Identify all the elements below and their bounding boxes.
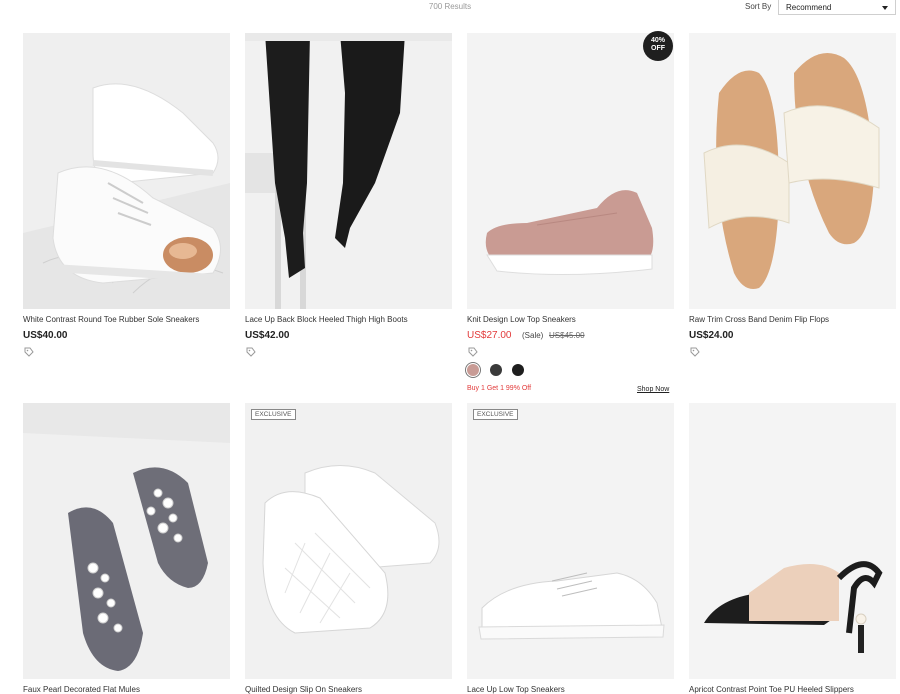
product-image[interactable] (245, 33, 452, 309)
exclusive-tag: EXCLUSIVE (473, 409, 518, 420)
product-image[interactable] (467, 403, 674, 679)
color-swatch-black[interactable] (512, 364, 524, 376)
exclusive-tag: EXCLUSIVE (251, 409, 296, 420)
sort-value: Recommend (786, 3, 832, 12)
product-title[interactable]: Lace Up Back Block Heeled Thigh High Boo… (245, 315, 452, 324)
chevron-down-icon (882, 6, 888, 10)
color-swatch-gray[interactable] (490, 364, 502, 376)
product-image[interactable] (689, 33, 896, 309)
discount-badge: 40% OFF (643, 31, 673, 61)
product-image[interactable] (467, 33, 674, 309)
shop-now-link[interactable]: Shop Now (637, 386, 669, 393)
product-price: US$42.00 (245, 330, 290, 341)
price-tag-icon[interactable] (245, 346, 256, 357)
sort-dropdown[interactable]: Recommend (778, 0, 896, 15)
price-tag-icon[interactable] (689, 346, 700, 357)
sale-price: US$27.00 (467, 330, 512, 341)
original-price: US$45.00 (549, 331, 585, 340)
product-image[interactable] (245, 403, 452, 679)
product-price: US$24.00 (689, 330, 734, 341)
badge-off: OFF (651, 45, 665, 52)
product-image[interactable] (689, 403, 896, 679)
product-title[interactable]: Raw Trim Cross Band Denim Flip Flops (689, 315, 896, 324)
product-price: US$40.00 (23, 330, 68, 341)
color-swatch-pink[interactable] (467, 364, 479, 376)
sale-label: (Sale) (522, 331, 544, 340)
product-image[interactable] (23, 33, 230, 309)
product-image[interactable] (23, 403, 230, 679)
toolbar: 700 Results Sort By Recommend (0, 0, 900, 18)
product-title[interactable]: Knit Design Low Top Sneakers (467, 315, 674, 324)
promo-text[interactable]: Buy 1 Get 1 99% Off (467, 385, 531, 392)
price-tag-icon[interactable] (23, 346, 34, 357)
badge-percent: 40% (650, 37, 665, 44)
product-title[interactable]: White Contrast Round Toe Rubber Sole Sne… (23, 315, 230, 324)
sort-label: Sort By (745, 2, 772, 11)
price-tag-icon[interactable] (467, 346, 478, 357)
